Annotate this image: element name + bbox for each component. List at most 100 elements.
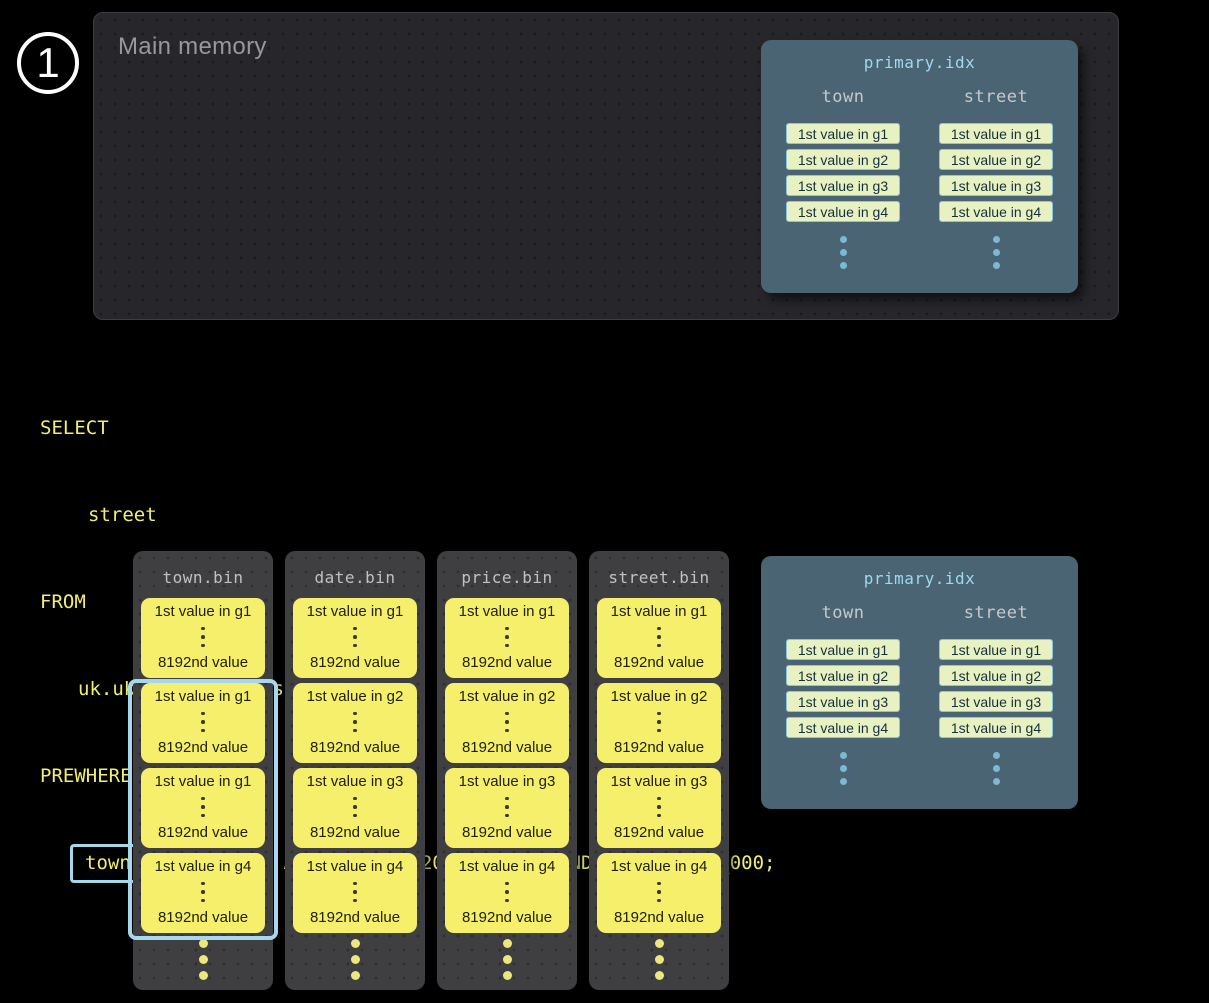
granule-last-value: 8192nd value xyxy=(158,654,248,671)
granule-ellipsis-icon xyxy=(657,879,661,905)
step-number-badge: 1 xyxy=(17,32,79,94)
granule-first-value: 1st value in g2 xyxy=(459,688,556,705)
granule-box: 1st value in g1 8192nd value xyxy=(141,598,265,678)
column-file-street-bin: street.bin 1st value in g1 8192nd value … xyxy=(589,551,729,990)
granule-ellipsis-icon xyxy=(201,709,205,735)
primary-index-title: primary.idx xyxy=(761,556,1078,588)
ellipsis-dots-icon xyxy=(133,939,273,987)
index-entry: 1st value in g3 xyxy=(939,691,1053,712)
ellipsis-dots-icon xyxy=(285,939,425,987)
column-file-price-bin: price.bin 1st value in g1 8192nd value 1… xyxy=(437,551,577,990)
index-entry: 1st value in g3 xyxy=(786,175,900,196)
sql-select-keyword: SELECT xyxy=(40,414,775,443)
granule-first-value: 1st value in g4 xyxy=(459,858,556,875)
granule-box: 1st value in g2 8192nd value xyxy=(293,683,417,763)
granule-box: 1st value in g3 8192nd value xyxy=(445,768,569,848)
ellipsis-dots-icon xyxy=(840,752,847,791)
index-entry: 1st value in g4 xyxy=(786,201,900,222)
index-entry: 1st value in g2 xyxy=(786,149,900,170)
granule-first-value: 1st value in g1 xyxy=(155,688,252,705)
column-file-date-bin: date.bin 1st value in g1 8192nd value 1s… xyxy=(285,551,425,990)
granule-first-value: 1st value in g1 xyxy=(307,603,404,620)
granule-ellipsis-icon xyxy=(505,709,509,735)
granule-ellipsis-icon xyxy=(353,794,357,820)
granule-ellipsis-icon xyxy=(353,624,357,650)
index-column-street: street 1st value in g1 1st value in g2 1… xyxy=(935,87,1057,275)
bin-title: price.bin xyxy=(437,551,577,587)
granule-first-value: 1st value in g1 xyxy=(459,603,556,620)
granule-first-value: 1st value in g3 xyxy=(459,773,556,790)
granule-box: 1st value in g4 8192nd value xyxy=(445,853,569,933)
granule-last-value: 8192nd value xyxy=(310,739,400,756)
diagram-canvas: 1 Main memory primary.idx town 1st value… xyxy=(0,0,1209,1003)
index-entry: 1st value in g1 xyxy=(786,123,900,144)
granule-ellipsis-icon xyxy=(353,879,357,905)
granule-ellipsis-icon xyxy=(353,709,357,735)
granule-box: 1st value in g4 8192nd value xyxy=(293,853,417,933)
index-column-header-town: town xyxy=(822,87,865,107)
index-entry: 1st value in g4 xyxy=(939,717,1053,738)
ellipsis-dots-icon xyxy=(437,939,577,987)
ellipsis-dots-icon xyxy=(993,752,1000,791)
granule-box: 1st value in g1 8192nd value xyxy=(597,598,721,678)
granule-ellipsis-icon xyxy=(505,879,509,905)
index-entry: 1st value in g4 xyxy=(939,201,1053,222)
main-memory-title: Main memory xyxy=(118,33,267,61)
granule-last-value: 8192nd value xyxy=(462,824,552,841)
granule-last-value: 8192nd value xyxy=(158,824,248,841)
granule-first-value: 1st value in g3 xyxy=(307,773,404,790)
granule-first-value: 1st value in g4 xyxy=(611,858,708,875)
primary-index-panel-disk: primary.idx town 1st value in g1 1st val… xyxy=(761,556,1078,809)
index-entry: 1st value in g1 xyxy=(939,639,1053,660)
index-entry: 1st value in g1 xyxy=(939,123,1053,144)
bin-title: date.bin xyxy=(285,551,425,587)
granule-last-value: 8192nd value xyxy=(310,654,400,671)
granule-box: 1st value in g1 8192nd value xyxy=(141,768,265,848)
index-column-header-street: street xyxy=(964,87,1028,107)
granule-last-value: 8192nd value xyxy=(614,909,704,926)
primary-index-title: primary.idx xyxy=(761,40,1078,72)
granule-first-value: 1st value in g1 xyxy=(611,603,708,620)
bin-title: town.bin xyxy=(133,551,273,587)
index-column-town: town 1st value in g1 1st value in g2 1st… xyxy=(782,87,904,275)
ellipsis-dots-icon xyxy=(589,939,729,987)
granule-ellipsis-icon xyxy=(505,624,509,650)
granule-first-value: 1st value in g4 xyxy=(307,858,404,875)
granule-box: 1st value in g3 8192nd value xyxy=(293,768,417,848)
step-number: 1 xyxy=(36,42,59,84)
granule-last-value: 8192nd value xyxy=(614,739,704,756)
index-entry: 1st value in g1 xyxy=(786,639,900,660)
granule-ellipsis-icon xyxy=(657,624,661,650)
granule-box: 1st value in g4 8192nd value xyxy=(141,853,265,933)
granule-last-value: 8192nd value xyxy=(462,739,552,756)
index-entry: 1st value in g3 xyxy=(786,691,900,712)
granule-last-value: 8192nd value xyxy=(158,909,248,926)
granule-ellipsis-icon xyxy=(201,624,205,650)
ellipsis-dots-icon xyxy=(993,236,1000,275)
bin-title: street.bin xyxy=(589,551,729,587)
granule-box: 1st value in g2 8192nd value xyxy=(445,683,569,763)
index-column-header-street: street xyxy=(964,603,1028,623)
index-entry: 1st value in g3 xyxy=(939,175,1053,196)
granule-first-value: 1st value in g2 xyxy=(611,688,708,705)
granule-last-value: 8192nd value xyxy=(462,654,552,671)
index-entry: 1st value in g4 xyxy=(786,717,900,738)
column-file-town-bin: town.bin 1st value in g1 8192nd value 1s… xyxy=(133,551,273,990)
granule-last-value: 8192nd value xyxy=(614,824,704,841)
index-entry: 1st value in g2 xyxy=(939,665,1053,686)
granule-ellipsis-icon xyxy=(201,794,205,820)
index-entry: 1st value in g2 xyxy=(786,665,900,686)
granule-first-value: 1st value in g4 xyxy=(155,858,252,875)
granule-ellipsis-icon xyxy=(657,709,661,735)
granule-ellipsis-icon xyxy=(657,794,661,820)
granule-ellipsis-icon xyxy=(201,879,205,905)
granule-box: 1st value in g1 8192nd value xyxy=(141,683,265,763)
granule-last-value: 8192nd value xyxy=(462,909,552,926)
ellipsis-dots-icon xyxy=(840,236,847,275)
sql-select-column: street xyxy=(40,501,775,530)
granule-box: 1st value in g1 8192nd value xyxy=(445,598,569,678)
granule-last-value: 8192nd value xyxy=(158,739,248,756)
granule-last-value: 8192nd value xyxy=(310,824,400,841)
index-entry: 1st value in g2 xyxy=(939,149,1053,170)
granule-last-value: 8192nd value xyxy=(614,654,704,671)
